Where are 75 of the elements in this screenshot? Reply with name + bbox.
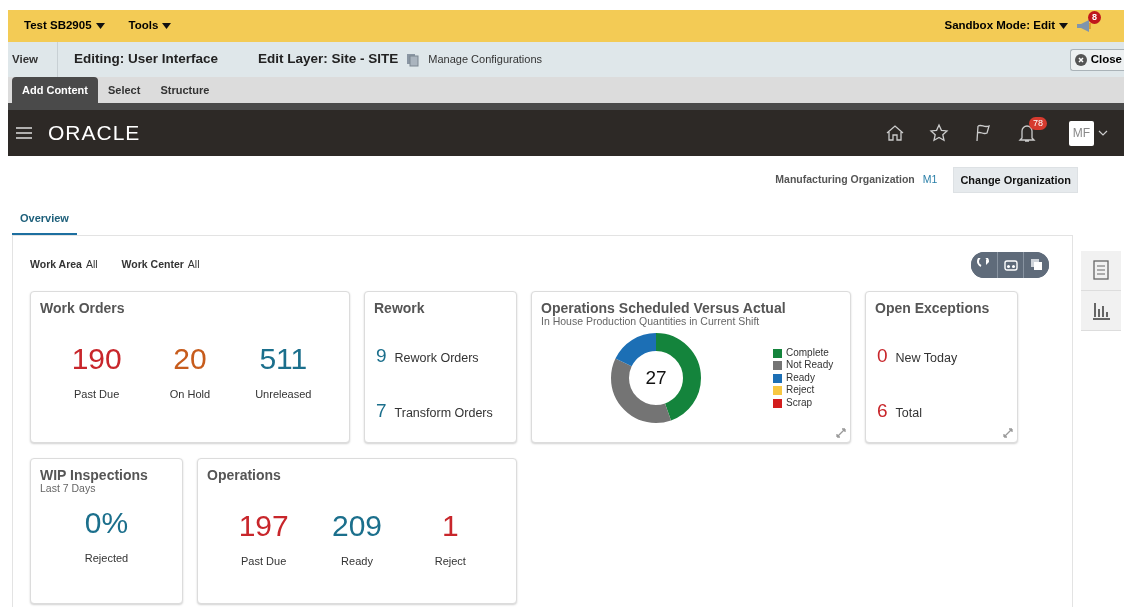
menu-button[interactable]: Tools [128, 17, 172, 35]
metric-label: Past Due [240, 553, 288, 569]
change-organization-button[interactable]: Change Organization [953, 167, 1078, 193]
metric-value: 511 [258, 343, 309, 374]
card-subtitle: Last 7 Days [40, 482, 96, 495]
chevron-down-icon[interactable] [1098, 130, 1108, 136]
card-title: Operations Scheduled Versus Actual [541, 299, 787, 316]
legend-label: Ready [786, 371, 815, 385]
metric-label: Ready [340, 553, 374, 569]
metric-label: Rework Orders [394, 349, 479, 367]
metric-value: 197 [237, 510, 290, 541]
filter-value: All [85, 256, 98, 272]
caret-icon [162, 23, 172, 29]
notification-badge: 8 [1088, 11, 1101, 24]
metric-value: 20 [172, 343, 208, 374]
filter-label: Work Center [121, 256, 184, 272]
bar-chart-icon[interactable] [1091, 300, 1111, 320]
menu-icon[interactable] [16, 127, 32, 139]
metric-value: 7 [376, 401, 387, 421]
legend-label: Scrap [786, 396, 813, 410]
brand-logo: ORACLE [48, 120, 141, 147]
star-icon[interactable] [929, 123, 949, 143]
metric-label: On Hold [168, 386, 212, 402]
document-icon[interactable] [1091, 260, 1111, 280]
manage-configurations-link[interactable]: Manage Configurations [406, 51, 543, 68]
donut-center-value: 27 [645, 365, 667, 390]
card-title: Operations [207, 466, 282, 483]
card-title: WIP Inspections [40, 466, 149, 483]
metric-value: 0% [83, 508, 130, 539]
filter-label: Work Area [30, 256, 82, 272]
metric-label: Past Due [73, 386, 121, 402]
metric-value: 1 [440, 510, 460, 541]
flag-icon[interactable] [973, 123, 993, 143]
metric-label: New Today [895, 349, 958, 367]
metric-value: 9 [376, 345, 387, 365]
user-avatar[interactable]: MF [1069, 120, 1094, 146]
expand-icon[interactable] [836, 427, 846, 438]
metric-value: 190 [70, 343, 123, 374]
caret-icon [95, 23, 105, 29]
metric-value: 0 [877, 345, 888, 365]
organization-value: M1 [922, 172, 938, 188]
metric-label: Unreleased [254, 386, 313, 402]
close-icon [1074, 53, 1087, 66]
filter-value: All [187, 256, 200, 272]
card-subtitle: In House Production Quantities in Current Shift [541, 315, 761, 328]
expand-icon[interactable] [1003, 427, 1013, 438]
editor-tab[interactable]: Structure [150, 76, 220, 103]
devices-icon[interactable] [1003, 257, 1018, 272]
caret-icon [1059, 23, 1068, 29]
megaphone-icon[interactable] [1076, 20, 1092, 32]
edit-layer-label: Edit Layer: Site - SITE [257, 50, 399, 69]
legend-label: Complete [786, 346, 829, 360]
metric-label: Transform Orders [394, 405, 493, 423]
metric-label: Rejected [83, 551, 130, 567]
legend-label: Reject [786, 384, 815, 397]
documents-icon [406, 52, 421, 67]
card-title: Rework [374, 299, 426, 316]
notification-badge: 78 [1029, 117, 1047, 130]
editor-tab[interactable]: Select [98, 76, 151, 103]
close-button[interactable]: Close [1069, 48, 1124, 71]
editing-label: Editing: User Interface [74, 50, 219, 69]
metric-value: 6 [877, 401, 888, 421]
copy-icon[interactable] [1029, 257, 1044, 272]
editor-tab[interactable]: Add Content [12, 76, 98, 103]
metric-value: 209 [330, 510, 383, 541]
card-title: Open Exceptions [875, 299, 991, 316]
menu-button[interactable]: Test SB2905 [24, 17, 105, 35]
overview-tab[interactable]: Overview [12, 205, 77, 235]
legend-label: Not Ready [786, 359, 834, 372]
metric-label: Total [895, 405, 922, 423]
home-icon[interactable] [885, 123, 905, 143]
organization-label: Manufacturing Organization [775, 172, 915, 188]
metric-label: Reject [433, 553, 467, 569]
card-title: Work Orders [40, 299, 126, 316]
sandbox-mode-button[interactable]: Sandbox Mode: Edit [944, 17, 1068, 35]
